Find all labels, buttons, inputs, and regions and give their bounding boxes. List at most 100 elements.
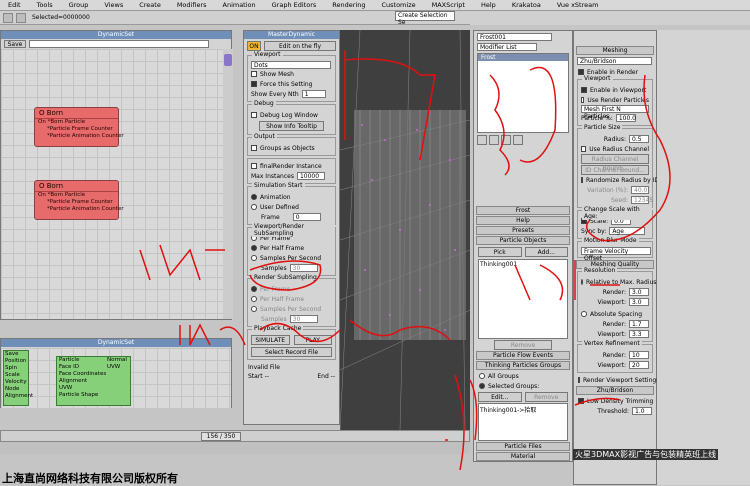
vr-render-field[interactable]: 10 [629, 351, 649, 359]
canvas-scrollbar[interactable] [223, 49, 233, 319]
menu-item[interactable]: Rendering [324, 1, 373, 9]
perspective-viewport[interactable] [340, 30, 470, 430]
object-name-field[interactable]: Frost001 [477, 33, 552, 41]
method-dropdown[interactable]: Zhu/Bridson [577, 57, 652, 65]
menu-item[interactable]: Krakatoa [504, 1, 549, 9]
track-bar[interactable] [0, 442, 470, 454]
remove-group-button[interactable]: Remove [524, 392, 568, 402]
port-item[interactable]: Face Coordinates [59, 371, 130, 378]
variation-field[interactable]: 40.0 [631, 186, 649, 194]
simulate-button[interactable]: SIMULATE [251, 335, 290, 345]
node-canvas[interactable]: O Born On *Born Particle *Particle Frame… [1, 49, 226, 319]
pin-stack-icon[interactable] [477, 135, 487, 145]
show-every-field[interactable]: 1 [301, 90, 326, 98]
port-item[interactable]: Scale [5, 372, 28, 379]
edit-on-fly-button[interactable]: Edit on the fly [264, 41, 336, 51]
born-node-1[interactable]: O Born On *Born Particle *Particle Frame… [34, 107, 124, 147]
rollout-particle-objects[interactable]: Particle Objects [476, 236, 570, 245]
save-button[interactable]: Save [4, 39, 26, 48]
user-defined-radio[interactable] [251, 204, 257, 210]
frame-field[interactable]: 0 [292, 213, 321, 221]
modifier-stack[interactable]: Frost [477, 53, 569, 133]
port-item[interactable]: Normal [107, 357, 127, 364]
relative-radio[interactable] [581, 279, 583, 285]
stack-item[interactable]: Frost [478, 54, 568, 61]
debug-log-checkbox[interactable] [251, 112, 257, 118]
remove-modifier-icon[interactable] [513, 135, 523, 145]
rollout-tp-groups[interactable]: Thinking Particles Groups [476, 361, 570, 370]
per-frame-radio-2[interactable] [251, 286, 257, 292]
remove-button[interactable]: Remove [494, 340, 552, 350]
sync-by-dropdown[interactable]: Age [609, 227, 646, 235]
menu-item[interactable]: Graph Editors [264, 1, 325, 9]
born-node-2[interactable]: O Born On *Born Particle *Particle Frame… [34, 180, 124, 220]
rollout-presets[interactable]: Presets [476, 226, 570, 235]
edit-button[interactable]: Edit... [478, 392, 522, 402]
particle-objects-list[interactable]: Thinking001 [478, 259, 568, 339]
samples-field[interactable]: 30 [289, 264, 318, 272]
menu-item[interactable]: Create [131, 1, 169, 9]
menu-item[interactable]: Help [473, 1, 504, 9]
pick-button[interactable]: Pick [478, 247, 522, 257]
play-button[interactable]: PLAY [293, 335, 332, 345]
redo-icon[interactable] [16, 13, 26, 23]
menu-item[interactable]: Customize [373, 1, 423, 9]
use-radius-channel-checkbox[interactable] [581, 146, 587, 152]
meshing-title[interactable]: Meshing [576, 46, 654, 55]
port-item[interactable]: Alignment [5, 393, 33, 400]
port-item[interactable]: Position [5, 358, 28, 365]
menu-item[interactable]: Group [61, 1, 97, 9]
viewport2-field[interactable]: 3.3 [629, 330, 649, 338]
groups-list[interactable]: Thinking001->拾取 [478, 403, 568, 441]
add-button[interactable]: Add... [524, 247, 568, 257]
selection-set-dropdown[interactable]: Create Selection Se [395, 11, 455, 26]
show-info-button[interactable]: Show Info Tooltip [259, 121, 324, 131]
select-record-button[interactable]: Select Record File [251, 347, 332, 357]
port-item[interactable]: Spin [5, 365, 28, 372]
menu-item[interactable]: Tools [29, 1, 61, 9]
rollout-help[interactable]: Help [476, 216, 570, 225]
render-field[interactable]: 3.0 [629, 288, 649, 296]
menu-item[interactable]: Edit [0, 1, 29, 9]
menu-item[interactable]: Views [96, 1, 131, 9]
absolute-spacing-radio[interactable] [581, 311, 587, 317]
list-item[interactable]: Thinking001 [480, 261, 566, 268]
viewport-mode-dropdown[interactable]: Dots [251, 61, 331, 69]
randomize-checkbox[interactable] [581, 177, 583, 183]
port-item[interactable]: UVW [59, 385, 130, 392]
all-groups-radio[interactable] [479, 373, 485, 379]
menu-item[interactable]: Animation [215, 1, 264, 9]
port-item[interactable]: Velocity [5, 379, 28, 386]
seed-field[interactable]: 12345 [631, 196, 653, 204]
modifier-list-dropdown[interactable]: Modifier List [477, 43, 537, 51]
use-render-particles-checkbox[interactable] [581, 97, 585, 103]
rollout-frost[interactable]: Frost [476, 206, 570, 215]
radius-channel-bounds-button[interactable]: Radius Channel Bound... [581, 154, 649, 172]
on-button[interactable]: ON [247, 41, 261, 51]
render2-field[interactable]: 1.7 [629, 320, 649, 328]
selected-groups-radio[interactable] [479, 383, 485, 389]
ports-node-left[interactable]: Save Position Spin Scale Velocity Node Alignm… [3, 350, 33, 406]
time-slider-handle[interactable]: 156 / 350 [201, 432, 241, 441]
list-item[interactable]: Thinking001->拾取 [480, 405, 566, 414]
viewport-res-field[interactable]: 3.0 [629, 298, 649, 306]
ports-node-mid[interactable]: Particle Face ID Face Coordinates Alignment… [56, 356, 131, 406]
show-mesh-checkbox[interactable] [251, 71, 257, 77]
final-render-checkbox[interactable] [251, 163, 257, 169]
threshold-field[interactable]: 1.0 [632, 407, 652, 415]
per-half-frame-radio[interactable] [251, 245, 257, 251]
rollout-particle-files[interactable]: Particle Files [476, 442, 570, 451]
menu-item[interactable]: MAXScript [424, 1, 473, 9]
render-viewport-settings-checkbox[interactable] [578, 377, 580, 383]
samples-field-2[interactable]: 30 [289, 315, 318, 323]
undo-icon[interactable] [3, 13, 13, 23]
radius-field[interactable]: 0.5 [629, 135, 649, 143]
menu-item[interactable]: Modifiers [169, 1, 215, 9]
dynamicset-name-field[interactable] [29, 39, 209, 48]
samples-per-second-radio-2[interactable] [251, 306, 257, 312]
animation-radio[interactable] [251, 194, 257, 200]
rollout-material[interactable]: Material [476, 452, 570, 461]
id-channel-bounds-button[interactable]: ID Channel Bound... [581, 165, 649, 175]
low-density-checkbox[interactable] [578, 398, 584, 404]
vr-viewport-field[interactable]: 20 [629, 361, 649, 369]
